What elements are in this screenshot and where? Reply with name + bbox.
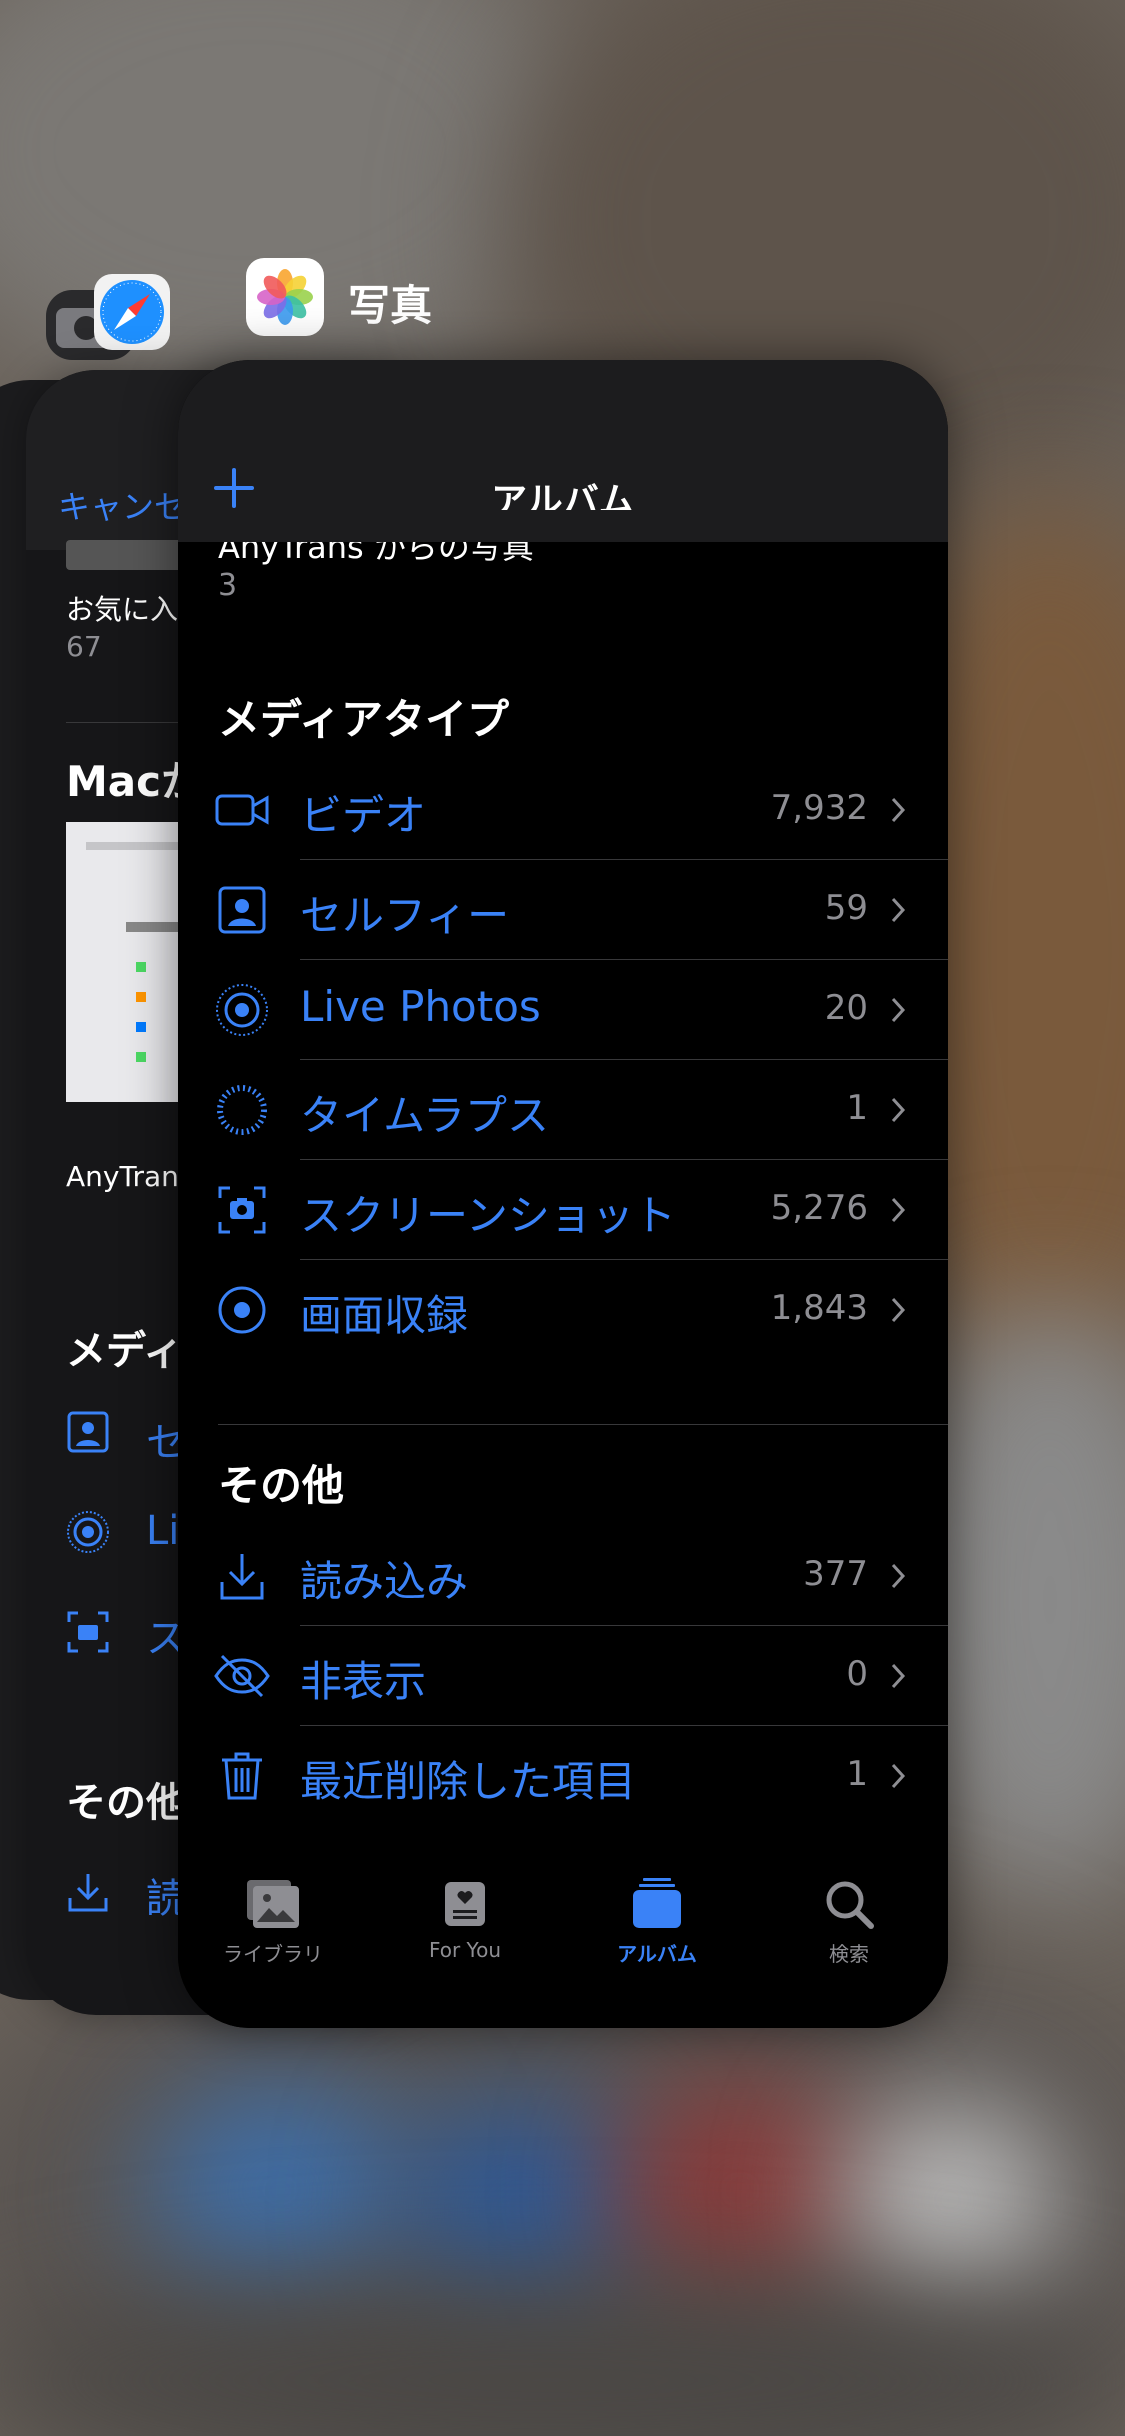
- cancel-label: キャンセ: [58, 488, 187, 526]
- import-icon: [220, 1554, 264, 1600]
- tab-label: 検索: [829, 1942, 869, 1966]
- row-count: 5,276: [770, 1188, 868, 1228]
- tab-bar: ライブラリ For You アルバム 検索: [178, 1868, 948, 2028]
- tab-albums[interactable]: アルバム: [562, 1876, 752, 1967]
- row-count: 1: [846, 1754, 868, 1794]
- other-heading: その他: [218, 1461, 345, 1510]
- import-icon: [68, 1874, 108, 1912]
- row-label: 最近削除した項目: [300, 1757, 637, 1806]
- album-count: 3: [218, 568, 238, 603]
- tab-library[interactable]: ライブラリ: [178, 1876, 368, 1967]
- safari-app-icon[interactable]: [94, 274, 170, 350]
- album-row-hidden[interactable]: 非表示 0: [178, 1626, 948, 1726]
- chevron-right-icon: [891, 897, 906, 923]
- row-label: Live Photos: [300, 982, 541, 1031]
- screenshot-icon: [218, 1186, 266, 1234]
- trash-icon: [222, 1752, 262, 1800]
- screen-record-icon: [218, 1286, 266, 1334]
- selfie-icon: [67, 1411, 109, 1453]
- hidden-icon: [214, 1654, 270, 1698]
- album-row-recently-deleted[interactable]: 最近削除した項目 1: [178, 1726, 948, 1826]
- tab-label: ライブラリ: [223, 1942, 323, 1966]
- photos-app-title: 写真: [348, 281, 433, 330]
- tab-label: アルバム: [617, 1942, 697, 1966]
- row-count: 1: [846, 1088, 868, 1128]
- media-heading: メディ: [66, 1328, 184, 1374]
- photos-app-card[interactable]: アルバム AnyTrans からの写真 3 メディアタイプ ビデオ 7,932 …: [178, 360, 948, 2028]
- tab-label: For You: [428, 1938, 502, 1962]
- row-label: タイムラプス: [300, 1091, 550, 1140]
- album-row-live-photos[interactable]: Live Photos 20: [178, 960, 948, 1060]
- search-icon: [826, 1881, 874, 1929]
- section-divider: [218, 1424, 948, 1425]
- row-label: セルフィー: [300, 891, 510, 940]
- album-row-video[interactable]: ビデオ 7,932: [178, 760, 948, 860]
- chevron-right-icon: [891, 1663, 906, 1689]
- album-row-selfie[interactable]: セルフィー 59: [178, 860, 948, 960]
- row-label: 画面収録: [300, 1291, 469, 1340]
- media-types-heading: メディアタイプ: [218, 695, 510, 744]
- chevron-right-icon: [891, 1197, 906, 1223]
- screenshot-icon: [67, 1611, 109, 1653]
- for-you-icon: [445, 1882, 485, 1926]
- video-icon: [215, 794, 269, 826]
- timelapse-icon: [217, 1085, 267, 1135]
- library-icon: [247, 1880, 299, 1928]
- favorites-count: 67: [66, 630, 102, 663]
- album-row-timelapse[interactable]: タイムラプス 1: [178, 1060, 948, 1160]
- albums-icon: [633, 1878, 681, 1928]
- row-label: Li: [146, 1508, 180, 1554]
- chevron-right-icon: [891, 1297, 906, 1323]
- row-count: 20: [824, 988, 868, 1028]
- chevron-right-icon: [891, 997, 906, 1023]
- other-heading: その他: [66, 1780, 186, 1826]
- anytrans-label: AnyTran: [66, 1160, 179, 1193]
- album-row-screenshots[interactable]: スクリーンショット 5,276: [178, 1160, 948, 1260]
- selfie-icon: [218, 886, 266, 934]
- photos-app-icon[interactable]: [246, 258, 324, 336]
- chevron-right-icon: [891, 1763, 906, 1789]
- tab-search[interactable]: 検索: [754, 1876, 944, 1967]
- chevron-right-icon: [891, 797, 906, 823]
- tab-for-you[interactable]: For You: [370, 1876, 560, 1962]
- row-label: 非表示: [300, 1657, 427, 1706]
- live-photo-icon: [216, 984, 268, 1036]
- row-count: 7,932: [770, 788, 868, 828]
- chevron-right-icon: [891, 1097, 906, 1123]
- row-label: スクリーンショット: [300, 1191, 676, 1240]
- row-count: 377: [803, 1554, 868, 1594]
- album-row-imports[interactable]: 読み込み 377: [178, 1526, 948, 1626]
- row-label: ビデオ: [300, 791, 427, 840]
- row-count: 0: [846, 1654, 868, 1694]
- live-photo-icon: [67, 1511, 109, 1553]
- chevron-right-icon: [891, 1563, 906, 1589]
- favorites-label: お気に入: [66, 593, 179, 626]
- album-row-screen-recordings[interactable]: 画面収録 1,843: [178, 1260, 948, 1360]
- row-count: 59: [824, 888, 868, 928]
- row-count: 1,843: [770, 1288, 868, 1328]
- row-label: 読み込み: [300, 1557, 469, 1606]
